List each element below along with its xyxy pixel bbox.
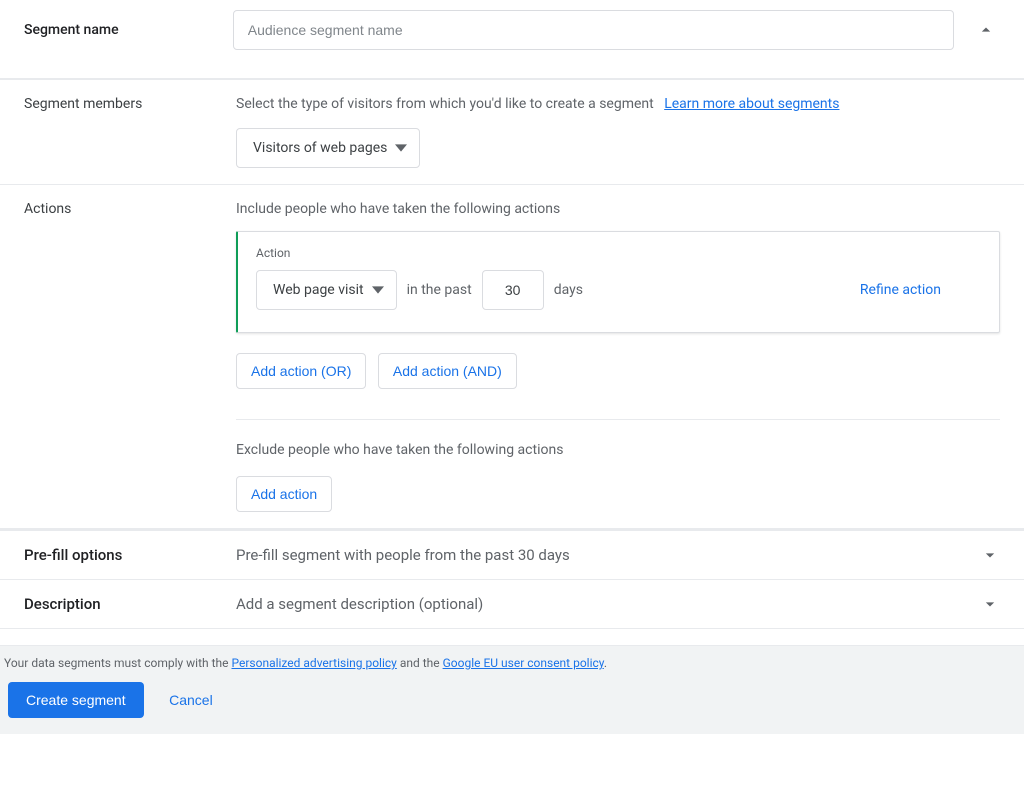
add-action-or-button[interactable]: Add action (OR)	[236, 353, 366, 389]
action-card-heading: Action	[256, 246, 981, 260]
caret-down-icon	[395, 142, 407, 154]
description-row[interactable]: Description Add a segment description (o…	[0, 580, 1024, 629]
action-type-dropdown[interactable]: Web page visit	[256, 270, 397, 310]
days-suffix-text: days	[554, 282, 583, 298]
exclude-actions-text: Exclude people who have taken the follow…	[236, 442, 1000, 458]
segment-name-section: Segment name	[0, 0, 1024, 80]
cancel-button[interactable]: Cancel	[163, 691, 219, 709]
caret-down-icon	[372, 284, 384, 296]
description-value: Add a segment description (optional)	[236, 595, 980, 613]
collapse-segment-name-button[interactable]	[972, 16, 1000, 44]
add-action-and-button[interactable]: Add action (AND)	[378, 353, 517, 389]
personalized-policy-link[interactable]: Personalized advertising policy	[231, 656, 396, 670]
compliance-text: Your data segments must comply with the …	[4, 656, 1020, 670]
prefill-row[interactable]: Pre-fill options Pre-fill segment with p…	[0, 531, 1024, 580]
in-the-past-text: in the past	[407, 282, 472, 298]
refine-action-link[interactable]: Refine action	[860, 282, 941, 298]
prefill-label: Pre-fill options	[24, 546, 236, 564]
include-actions-text: Include people who have taken the follow…	[236, 201, 1000, 217]
footer: Your data segments must comply with the …	[0, 645, 1024, 734]
segment-members-helper: Select the type of visitors from which y…	[236, 96, 1000, 112]
visitor-type-dropdown[interactable]: Visitors of web pages	[236, 128, 420, 168]
divider	[236, 419, 1000, 420]
segment-members-label: Segment members	[24, 96, 236, 168]
eu-consent-policy-link[interactable]: Google EU user consent policy	[443, 656, 604, 670]
chevron-down-icon	[980, 545, 1000, 565]
segment-members-section: Segment members Select the type of visit…	[0, 80, 1024, 185]
action-card: Action Web page visit in the past days R…	[236, 231, 1000, 333]
segment-name-input[interactable]	[233, 10, 954, 50]
actions-section: Actions Include people who have taken th…	[0, 185, 1024, 528]
visitor-type-value: Visitors of web pages	[253, 140, 387, 156]
actions-label: Actions	[24, 201, 236, 512]
segment-name-label: Segment name	[24, 22, 233, 38]
learn-more-link[interactable]: Learn more about segments	[664, 96, 839, 112]
description-label: Description	[24, 595, 236, 613]
action-type-value: Web page visit	[273, 282, 364, 298]
chevron-down-icon	[980, 594, 1000, 614]
chevron-up-icon	[976, 20, 996, 40]
days-input[interactable]	[482, 270, 544, 310]
add-exclude-action-button[interactable]: Add action	[236, 476, 332, 512]
create-segment-button[interactable]: Create segment	[8, 682, 144, 718]
prefill-value: Pre-fill segment with people from the pa…	[236, 546, 980, 564]
